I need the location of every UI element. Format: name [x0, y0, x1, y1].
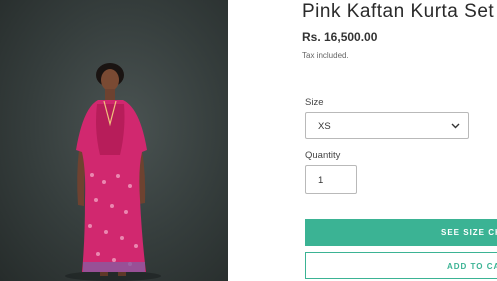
quantity-input[interactable]: 1 [305, 165, 357, 194]
see-size-chart-label: SEE SIZE CHA [441, 228, 497, 237]
size-dropdown[interactable]: XS [305, 112, 469, 139]
see-size-chart-button[interactable]: SEE SIZE CHA [305, 219, 497, 246]
product-price: Rs. 16,500.00 [302, 30, 378, 44]
product-title: Pink Kaftan Kurta Set [302, 1, 495, 22]
model-photo [65, 63, 161, 281]
tax-note: Tax included. [302, 51, 349, 60]
quantity-value: 1 [318, 175, 324, 186]
add-to-cart-label: ADD TO CART [447, 262, 497, 271]
quantity-label: Quantity [305, 150, 341, 161]
size-selected-value: XS [318, 121, 331, 132]
add-to-cart-button[interactable]: ADD TO CART [305, 252, 497, 279]
size-label: Size [305, 97, 324, 108]
chevron-down-icon [451, 123, 460, 129]
product-image[interactable] [0, 0, 228, 281]
